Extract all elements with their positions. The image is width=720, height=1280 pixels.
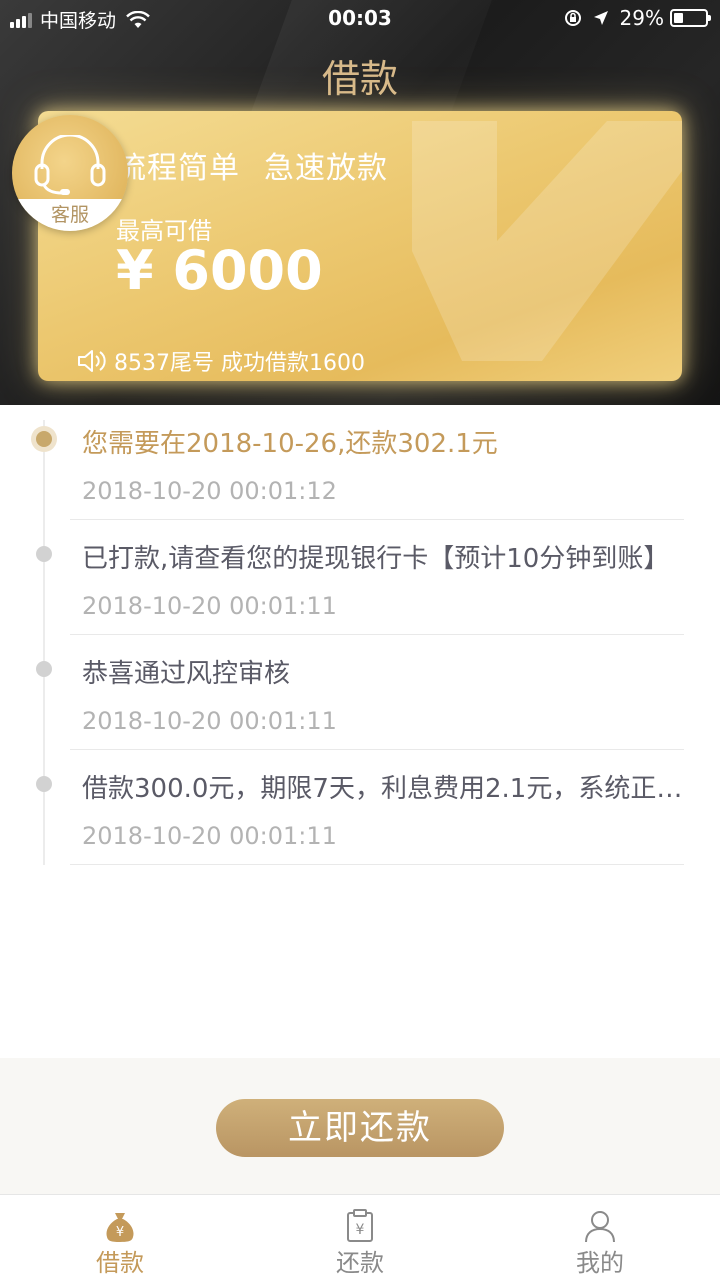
max-loan-amount: ¥ 6000 [116, 239, 323, 302]
timeline-item[interactable]: 借款300.0元，期限7天，利息费用2.1元，系统正在审核 2018-10-20… [0, 750, 720, 865]
timeline-time: 2018-10-20 00:01:11 [82, 592, 337, 620]
tagline-simple: 流程简单 [116, 151, 240, 186]
timeline-item[interactable]: 您需要在2018-10-26,还款302.1元 2018-10-20 00:01… [0, 405, 720, 520]
timeline-text: 借款300.0元，期限7天，利息费用2.1元，系统正在审核 [82, 774, 692, 804]
battery-percent: 29% [619, 6, 664, 30]
tagline-fast: 急速放款 [264, 151, 388, 186]
loan-notice-text: 8537尾号 成功借款1600 [114, 351, 365, 376]
tab-mine[interactable]: 我的 [480, 1195, 720, 1280]
divider [70, 864, 684, 865]
timeline-item[interactable]: 恭喜通过风控审核 2018-10-20 00:01:11 [0, 635, 720, 750]
card-watermark [412, 121, 682, 361]
speaker-icon [78, 350, 106, 372]
customer-service-label: 客服 [50, 204, 89, 226]
timeline-time: 2018-10-20 00:01:12 [82, 477, 337, 505]
loan-card[interactable]: 流程简单 急速放款 最高可借 ¥ 6000 8537尾号 成功借款1600 [38, 111, 682, 381]
page-title: 借款 [321, 57, 398, 101]
repay-area: 立即还款 [0, 1058, 720, 1194]
svg-text:¥: ¥ [116, 1225, 124, 1240]
user-icon [585, 1211, 615, 1243]
tab-repay[interactable]: ¥ 还款 [240, 1195, 480, 1280]
loan-notice: 8537尾号 成功借款1600 [76, 345, 365, 377]
header: 中国移动 00:03 29% 借款 流程简单 急速放款 最高可借 ¥ 6000 … [0, 0, 720, 405]
battery-icon [670, 9, 711, 27]
timeline-dot [36, 776, 52, 792]
repay-bill-icon: ¥ [347, 1209, 373, 1242]
tab-borrow[interactable]: ¥ 借款 [0, 1195, 240, 1280]
tab-label: 借款 [96, 1249, 144, 1277]
timeline-dot [36, 546, 52, 562]
rotation-lock-icon [564, 10, 581, 26]
timeline-text: 已打款,请查看您的提现银行卡【预计10分钟到账】 [82, 544, 670, 574]
timeline-time: 2018-10-20 00:01:11 [82, 707, 337, 735]
location-icon [593, 11, 608, 25]
svg-text:¥: ¥ [356, 1222, 365, 1238]
customer-service-button[interactable]: 客服 [12, 115, 128, 231]
money-bag-icon: ¥ [106, 1213, 134, 1242]
repay-now-button[interactable]: 立即还款 [216, 1099, 504, 1157]
tab-label: 我的 [576, 1249, 624, 1277]
card-tagline: 流程简单 急速放款 [116, 143, 412, 187]
timeline-item[interactable]: 已打款,请查看您的提现银行卡【预计10分钟到账】 2018-10-20 00:0… [0, 520, 720, 635]
headset-icon [34, 135, 106, 195]
timeline-dot [36, 661, 52, 677]
timeline-time: 2018-10-20 00:01:11 [82, 822, 337, 850]
tab-bar: ¥ 借款 ¥ 还款 我的 [0, 1194, 720, 1280]
timeline-text: 恭喜通过风控审核 [82, 659, 291, 689]
tab-label: 还款 [336, 1249, 384, 1277]
status-bar: 中国移动 00:03 29% [0, 0, 720, 38]
timeline-text: 您需要在2018-10-26,还款302.1元 [82, 429, 498, 459]
timeline-dot-active [36, 431, 52, 447]
